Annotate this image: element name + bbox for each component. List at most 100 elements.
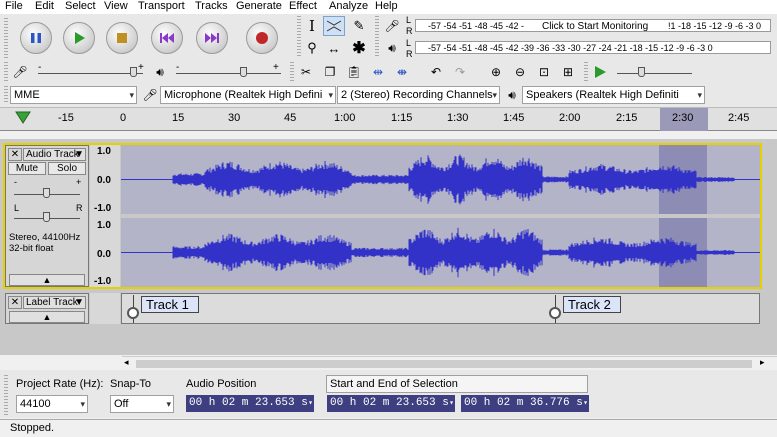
play-speed-track[interactable] (617, 73, 692, 74)
scroll-left-icon[interactable]: ◂ (124, 357, 129, 368)
selection-mode-select[interactable]: Start and End of Selection (326, 375, 588, 393)
zoom-out-button[interactable]: ⊖ (510, 62, 530, 82)
ruler-tick: -15 (58, 112, 74, 124)
time-shift-tool[interactable]: ↔ (323, 38, 345, 58)
click-to-start-monitoring[interactable]: Click to Start Monitoring (542, 21, 648, 31)
timeline-ruler[interactable]: -15 0 15 30 45 1:00 1:15 1:30 1:45 2:00 … (0, 107, 777, 131)
pinned-play-head-icon[interactable] (14, 110, 32, 126)
audio-track-menu-button[interactable]: Audio Track ▼ (23, 148, 86, 161)
fit-project-icon: ⊞ (562, 65, 574, 79)
meter-toolbar-grip[interactable] (375, 16, 379, 58)
trim-audio-button[interactable]: ⇹ (368, 62, 388, 82)
menu-tracks[interactable]: Tracks (195, 0, 228, 13)
selection-start-field[interactable]: 00 h 02 m 23.653 s ▾ (327, 395, 455, 412)
device-toolbar-grip[interactable] (4, 86, 8, 104)
menu-effect[interactable]: Effect (289, 0, 317, 13)
zoom-tool[interactable]: ⚲ (301, 38, 323, 58)
copy-button[interactable]: ❐ (320, 62, 340, 82)
redo-icon: ↷ (454, 65, 466, 79)
selection-tool[interactable]: I (301, 16, 323, 36)
label-track-close-button[interactable]: ✕ (8, 296, 22, 309)
playback-volume-thumb[interactable] (240, 67, 247, 77)
pause-button[interactable] (20, 22, 52, 54)
stop-button[interactable] (106, 22, 138, 54)
undo-button[interactable]: ↶ (426, 62, 446, 82)
skip-to-end-button[interactable] (196, 22, 228, 54)
fit-selection-icon: ⊡ (538, 65, 550, 79)
meter-r-label-2: R (406, 49, 413, 59)
multi-tool[interactable]: ✱ (348, 38, 370, 58)
menu-select[interactable]: Select (65, 0, 96, 13)
cut-button[interactable]: ✂ (296, 62, 316, 82)
label-handle[interactable] (549, 307, 561, 319)
play-at-speed-button[interactable] (590, 62, 610, 82)
track-format-info: Stereo, 44100Hz (9, 232, 81, 243)
label-track-1[interactable]: Track 1 (141, 296, 199, 313)
menu-analyze[interactable]: Analyze (329, 0, 368, 13)
selection-end-field[interactable]: 00 h 02 m 36.776 s ▾ (461, 395, 589, 412)
menu-view[interactable]: View (104, 0, 128, 13)
menu-file[interactable]: File (5, 0, 23, 13)
label-track-menu-button[interactable]: Label Track ▼ (23, 296, 86, 309)
snap-to-select[interactable]: Off ▾ (110, 395, 174, 413)
audio-waveform-area[interactable] (121, 145, 760, 287)
menu-generate[interactable]: Generate (236, 0, 282, 13)
menu-transport[interactable]: Transport (138, 0, 185, 13)
draw-tool[interactable]: ✎ (348, 16, 370, 36)
play-button[interactable] (63, 22, 95, 54)
close-icon: ✕ (10, 149, 20, 160)
silence-audio-button[interactable]: ⇼ (392, 62, 412, 82)
scroll-right-icon[interactable]: ▸ (760, 357, 765, 368)
play-at-speed-grip[interactable] (584, 62, 588, 82)
menu-help[interactable]: Help (375, 0, 398, 13)
audio-position-field[interactable]: 00 h 02 m 23.653 s ▾ (186, 395, 314, 412)
scroll-thumb[interactable] (136, 360, 752, 368)
envelope-icon (326, 20, 342, 32)
selection-toolbar-grip[interactable] (4, 375, 8, 415)
collapse-label-track-button[interactable]: ▲ (9, 311, 85, 323)
paste-button[interactable]: 📋︎ (344, 62, 364, 82)
gain-slider-thumb[interactable] (43, 188, 50, 198)
skip-start-icon (160, 33, 174, 43)
label-track-2[interactable]: Track 2 (563, 296, 621, 313)
fit-project-button[interactable]: ⊞ (558, 62, 578, 82)
playback-device-select[interactable]: Speakers (Realtek High Definiti ▾ (522, 86, 705, 104)
chevron-down-icon: ▾ (449, 399, 454, 408)
ruler-tick: 30 (228, 112, 241, 124)
record-meter-button[interactable]: 🎤︎ (382, 16, 402, 36)
solo-button[interactable]: Solo (48, 162, 86, 175)
project-rate-select[interactable]: 44100 ▾ (16, 395, 88, 413)
redo-button[interactable]: ↷ (450, 62, 470, 82)
collapse-track-button[interactable]: ▲ (9, 274, 85, 286)
edit-toolbar-grip[interactable] (290, 62, 294, 82)
horizontal-scrollbar[interactable]: ◂ ▸ (122, 356, 777, 370)
gain-min-label: - (14, 177, 17, 187)
mixer-toolbar-grip[interactable] (4, 62, 8, 82)
playback-meter-button[interactable]: 🔊︎ (382, 38, 402, 58)
meter-l-label-2: L (406, 38, 412, 48)
recording-device-select[interactable]: Microphone (Realtek High Defini ▾ (160, 86, 336, 104)
audio-host-select[interactable]: MME ▾ (10, 86, 137, 104)
skip-to-start-button[interactable] (151, 22, 183, 54)
y-tick: 0.0 (97, 175, 111, 186)
recording-channels-select[interactable]: 2 (Stereo) Recording Channels ▾ (337, 86, 500, 104)
envelope-tool[interactable] (323, 16, 345, 36)
zoom-in-button[interactable]: ⊕ (486, 62, 506, 82)
pan-slider-thumb[interactable] (43, 212, 50, 222)
spk-slider-min: - (176, 62, 180, 73)
fit-selection-button[interactable]: ⊡ (534, 62, 554, 82)
playback-volume-track[interactable] (176, 73, 281, 74)
play-speed-thumb[interactable] (638, 67, 645, 77)
label-track-area[interactable] (121, 293, 760, 324)
menu-edit[interactable]: Edit (35, 0, 54, 13)
record-button[interactable] (246, 22, 278, 54)
track-close-button[interactable]: ✕ (8, 148, 22, 161)
recording-volume-thumb[interactable] (130, 67, 137, 77)
recording-meter-scale: -57 -54 -51 -48 -45 -42 - (428, 21, 525, 31)
mute-button[interactable]: Mute (8, 162, 46, 175)
playback-meter[interactable]: -57 -54 -51 -48 -45 -42 -39 -36 -33 -30 … (415, 41, 771, 54)
transport-toolbar-grip[interactable] (4, 18, 8, 58)
recording-volume-track[interactable] (38, 73, 143, 74)
recording-meter[interactable]: -57 -54 -51 -48 -45 -42 - Click to Start… (415, 19, 771, 32)
label-handle[interactable] (127, 307, 139, 319)
